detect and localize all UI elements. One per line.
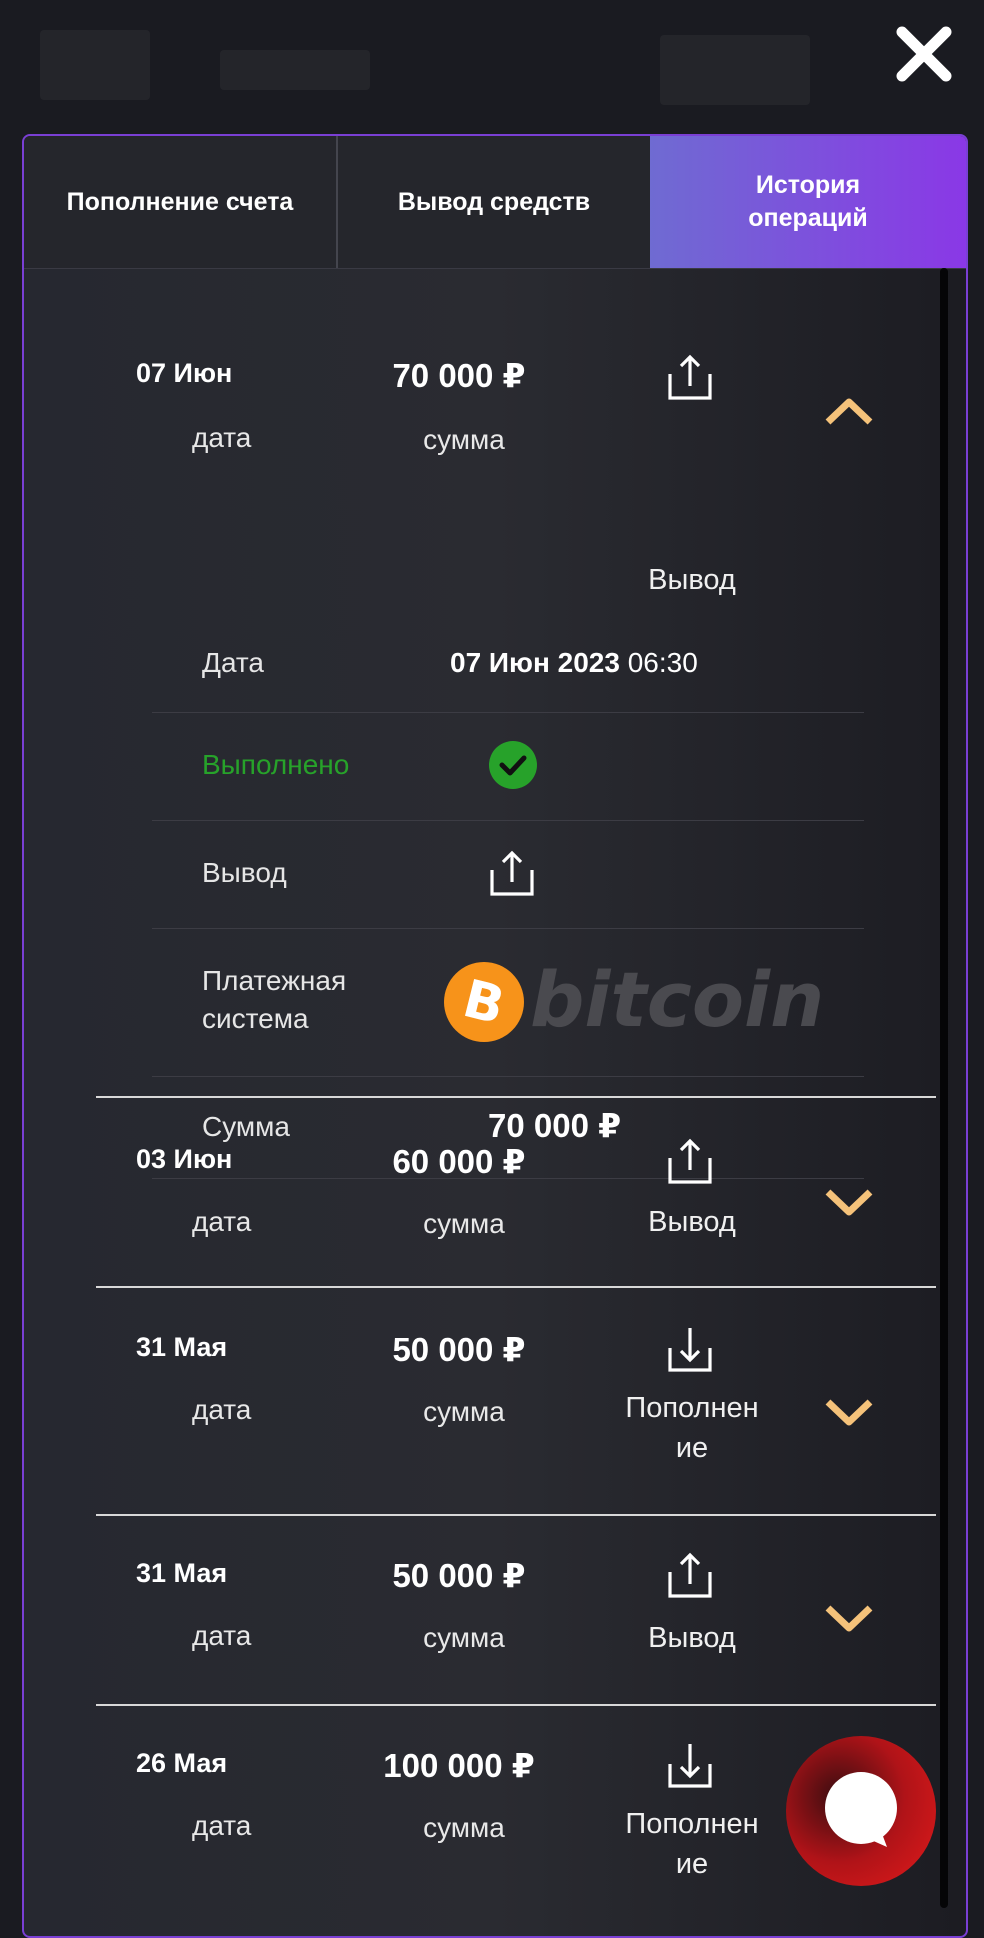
detail-type-label: Вывод	[202, 857, 287, 888]
operation-date: 31 Мая	[136, 1558, 228, 1588]
date-label: дата	[192, 1620, 252, 1651]
operation-date: 07 Июн	[136, 358, 233, 388]
upload-icon	[490, 850, 534, 896]
upload-icon	[668, 1552, 712, 1598]
date-label: дата	[192, 422, 252, 453]
operation-date: 03 Июн	[136, 1144, 233, 1174]
detail-row-payment: Платежная система B bitcoin	[152, 928, 864, 1077]
bitcoin-wordmark: bitcoin	[530, 955, 824, 1044]
detail-payment-label: Платежная система	[202, 965, 347, 1034]
scrollbar[interactable]	[940, 268, 948, 1908]
amount-label: сумма	[423, 1396, 505, 1427]
date-label: дата	[192, 1394, 252, 1425]
tab-history[interactable]: История операций	[650, 136, 966, 268]
operation-type: Вывод	[648, 1206, 736, 1238]
status-text: Выполнено	[202, 749, 350, 780]
wallet-modal: Пополнение счета Вывод средств История о…	[22, 134, 968, 1938]
bitcoin-logo: B bitcoin	[444, 955, 824, 1044]
divider	[96, 1514, 936, 1516]
divider	[96, 1704, 936, 1706]
detail-date-label: Дата	[202, 647, 265, 678]
operation-date: 31 Мая	[136, 1332, 228, 1362]
detail-row-date: Дата 07 Июн 2023 06:30	[152, 610, 864, 713]
date-label: дата	[192, 1206, 252, 1237]
detail-sum-value: 70 000 ₽	[488, 1107, 622, 1144]
operation-date: 26 Мая	[136, 1748, 228, 1778]
chevron-down-icon[interactable]	[824, 1604, 874, 1634]
operation-amount: 70 000 ₽	[392, 357, 526, 394]
check-circle-icon	[489, 741, 537, 789]
detail-date-value: 07 Июн 2023 06:30	[450, 644, 698, 682]
detail-sum-label: Сумма	[202, 1111, 290, 1142]
operation-type: Вывод	[648, 1622, 736, 1654]
amount-label: сумма	[423, 1812, 505, 1843]
operation-type: Пополнение	[625, 1392, 759, 1464]
detail-row-status: Выполнено	[152, 712, 864, 821]
operation-amount: 50 000 ₽	[392, 1557, 526, 1594]
close-icon[interactable]	[888, 18, 960, 90]
detail-time: 06:30	[627, 647, 698, 678]
tab-withdraw[interactable]: Вывод средств	[338, 136, 650, 268]
chevron-up-icon[interactable]	[824, 396, 874, 426]
upload-icon	[668, 354, 712, 400]
amount-label: сумма	[423, 1208, 505, 1239]
detail-date-bold: 07 Июн 2023	[450, 647, 620, 678]
upload-icon	[668, 1138, 712, 1184]
operation-amount: 50 000 ₽	[392, 1331, 526, 1368]
divider	[96, 1286, 936, 1288]
tab-deposit[interactable]: Пополнение счета	[24, 136, 338, 268]
operation-type: Пополнение	[625, 1808, 759, 1880]
operation-amount: 100 000 ₽	[383, 1747, 535, 1784]
operation-amount: 60 000 ₽	[392, 1143, 526, 1180]
divider	[96, 1096, 936, 1098]
operation-type: Вывод	[648, 564, 736, 596]
amount-label: сумма	[423, 424, 505, 455]
download-icon	[668, 1328, 712, 1372]
chat-bubble-icon	[825, 1772, 897, 1847]
chevron-down-icon[interactable]	[824, 1188, 874, 1218]
background-page	[0, 0, 984, 135]
detail-row-type: Вывод	[152, 820, 864, 929]
chevron-down-icon[interactable]	[824, 1398, 874, 1428]
amount-label: сумма	[423, 1622, 505, 1653]
download-icon	[668, 1744, 712, 1788]
tab-bar: Пополнение счета Вывод средств История о…	[24, 136, 966, 269]
date-label: дата	[192, 1810, 252, 1841]
chat-button[interactable]	[786, 1736, 936, 1886]
